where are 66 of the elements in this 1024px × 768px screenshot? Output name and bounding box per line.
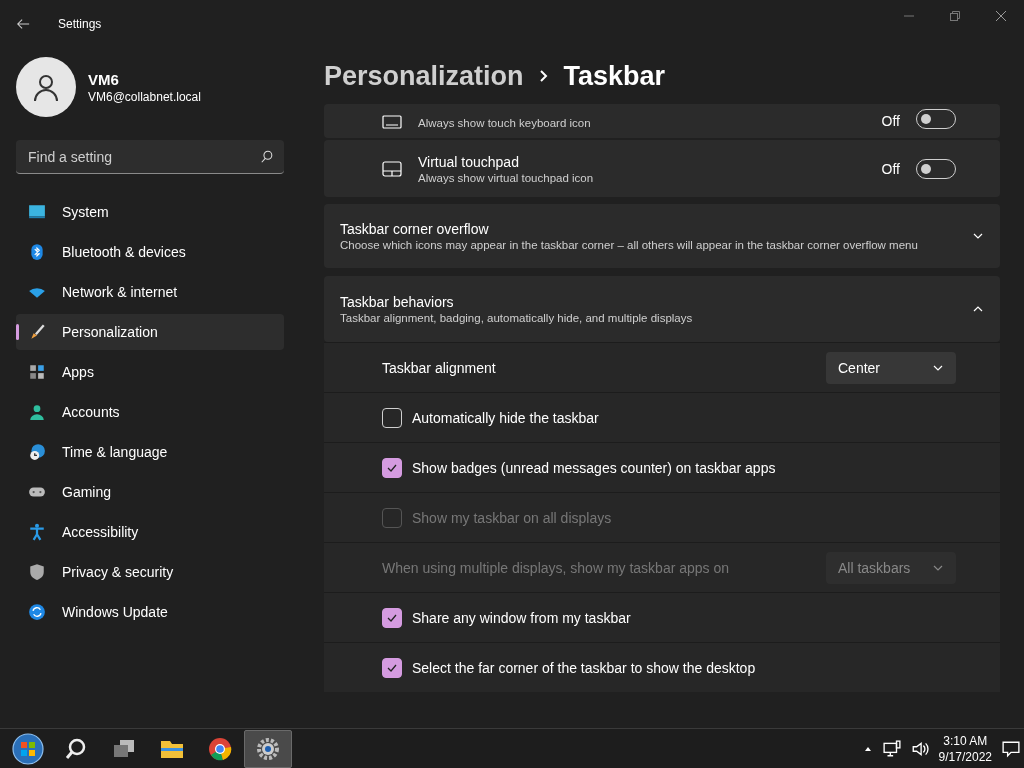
speaker-icon xyxy=(910,739,929,758)
notification-icon xyxy=(1002,739,1020,758)
nav-item[interactable]: Personalization xyxy=(16,314,284,350)
clock-globe-icon xyxy=(28,443,46,461)
search-field[interactable]: Find a setting xyxy=(26,147,260,166)
setting-label: When using multiple displays, show my taskbar apps on xyxy=(382,559,731,576)
breadcrumb[interactable]: Personalization xyxy=(324,60,524,92)
nav-item[interactable]: Gaming xyxy=(16,474,284,510)
nav-item[interactable]: System xyxy=(16,194,284,230)
search-box[interactable]: Find a setting xyxy=(16,140,284,174)
toggle-state-label: Off xyxy=(881,160,900,177)
update-icon xyxy=(28,603,46,621)
setting-title: Virtual touchpad xyxy=(418,153,520,170)
checkbox[interactable] xyxy=(382,607,402,628)
restore-icon xyxy=(950,11,960,21)
browser-icon xyxy=(207,735,233,762)
network-icon xyxy=(882,739,901,758)
brush-icon xyxy=(28,323,46,341)
checkbox[interactable] xyxy=(382,457,402,478)
setting-description: Always show virtual touchpad icon xyxy=(418,171,595,184)
toggle-state-label: Off xyxy=(881,113,900,129)
section-title: Taskbar corner overflow xyxy=(340,221,490,237)
close-icon xyxy=(996,11,1006,21)
avatar xyxy=(16,57,76,117)
nav-item[interactable]: Privacy & security xyxy=(16,554,284,590)
setting-label: Taskbar alignment xyxy=(382,359,497,376)
apps-icon xyxy=(28,363,46,381)
expander-header[interactable]: Taskbar corner overflow Choose which icons may appear in the taskbar corner – all others will appear in the taskbar corner overflow menu xyxy=(324,204,1000,268)
person-icon xyxy=(28,403,46,421)
breadcrumb: Taskbar xyxy=(563,60,666,92)
nav-item[interactable]: Bluetooth & devices xyxy=(16,234,284,270)
clock-time: 3:10 AM xyxy=(943,732,988,749)
checkbox-label: Show my taskbar on all displays xyxy=(412,509,613,526)
nav-item[interactable]: Time & language xyxy=(16,434,284,470)
dropdown[interactable]: Center xyxy=(826,351,956,384)
nav-item[interactable]: Accessibility xyxy=(16,514,284,550)
section-description: Taskbar alignment, badging, automatically hide, and multiple displays xyxy=(340,312,694,324)
user-name: VM6 xyxy=(88,70,120,88)
bluetooth-icon xyxy=(28,243,46,261)
checkbox-label: Share any window from my taskbar xyxy=(412,609,632,626)
taskbar-button[interactable] xyxy=(244,729,292,768)
checkbox[interactable] xyxy=(382,657,402,678)
search-icon xyxy=(260,149,274,164)
checkbox-label: Automatically hide the taskbar xyxy=(412,409,600,426)
back-arrow-icon xyxy=(16,17,30,31)
start-orb-icon xyxy=(12,732,44,765)
chevron-right-icon xyxy=(537,69,550,83)
shield-icon xyxy=(28,563,46,581)
monitor-icon xyxy=(28,203,46,221)
gear-icon xyxy=(255,735,281,762)
clock-date: 9/17/2022 xyxy=(938,748,992,765)
window-title: Settings xyxy=(58,17,102,31)
nav-item[interactable]: Apps xyxy=(16,354,284,390)
accessibility-icon xyxy=(28,523,46,541)
setting-description: Always show touch keyboard icon xyxy=(418,117,592,129)
keyboard-icon xyxy=(382,115,402,129)
checkbox-label: Show badges (unread messages counter) on taskbar apps xyxy=(412,459,777,476)
touchpad-icon xyxy=(382,160,402,177)
checkbox-label: Select the far corner of the taskbar to show the desktop xyxy=(412,659,757,676)
section-title: Taskbar behaviors xyxy=(340,294,455,310)
section-description: Choose which icons may appear in the taskbar corner – all others will appear in the taskbar corner overflow menu xyxy=(340,239,919,251)
user-email: VM6@collabnet.local xyxy=(88,89,201,104)
nav-item[interactable]: Accounts xyxy=(16,394,284,430)
expander-header[interactable]: Taskbar behaviors Taskbar alignment, badging, automatically hide, and multiple displays xyxy=(324,276,1000,342)
nav-item[interactable]: Windows Update xyxy=(16,594,284,630)
nav-item[interactable]: Network & internet xyxy=(16,274,284,310)
